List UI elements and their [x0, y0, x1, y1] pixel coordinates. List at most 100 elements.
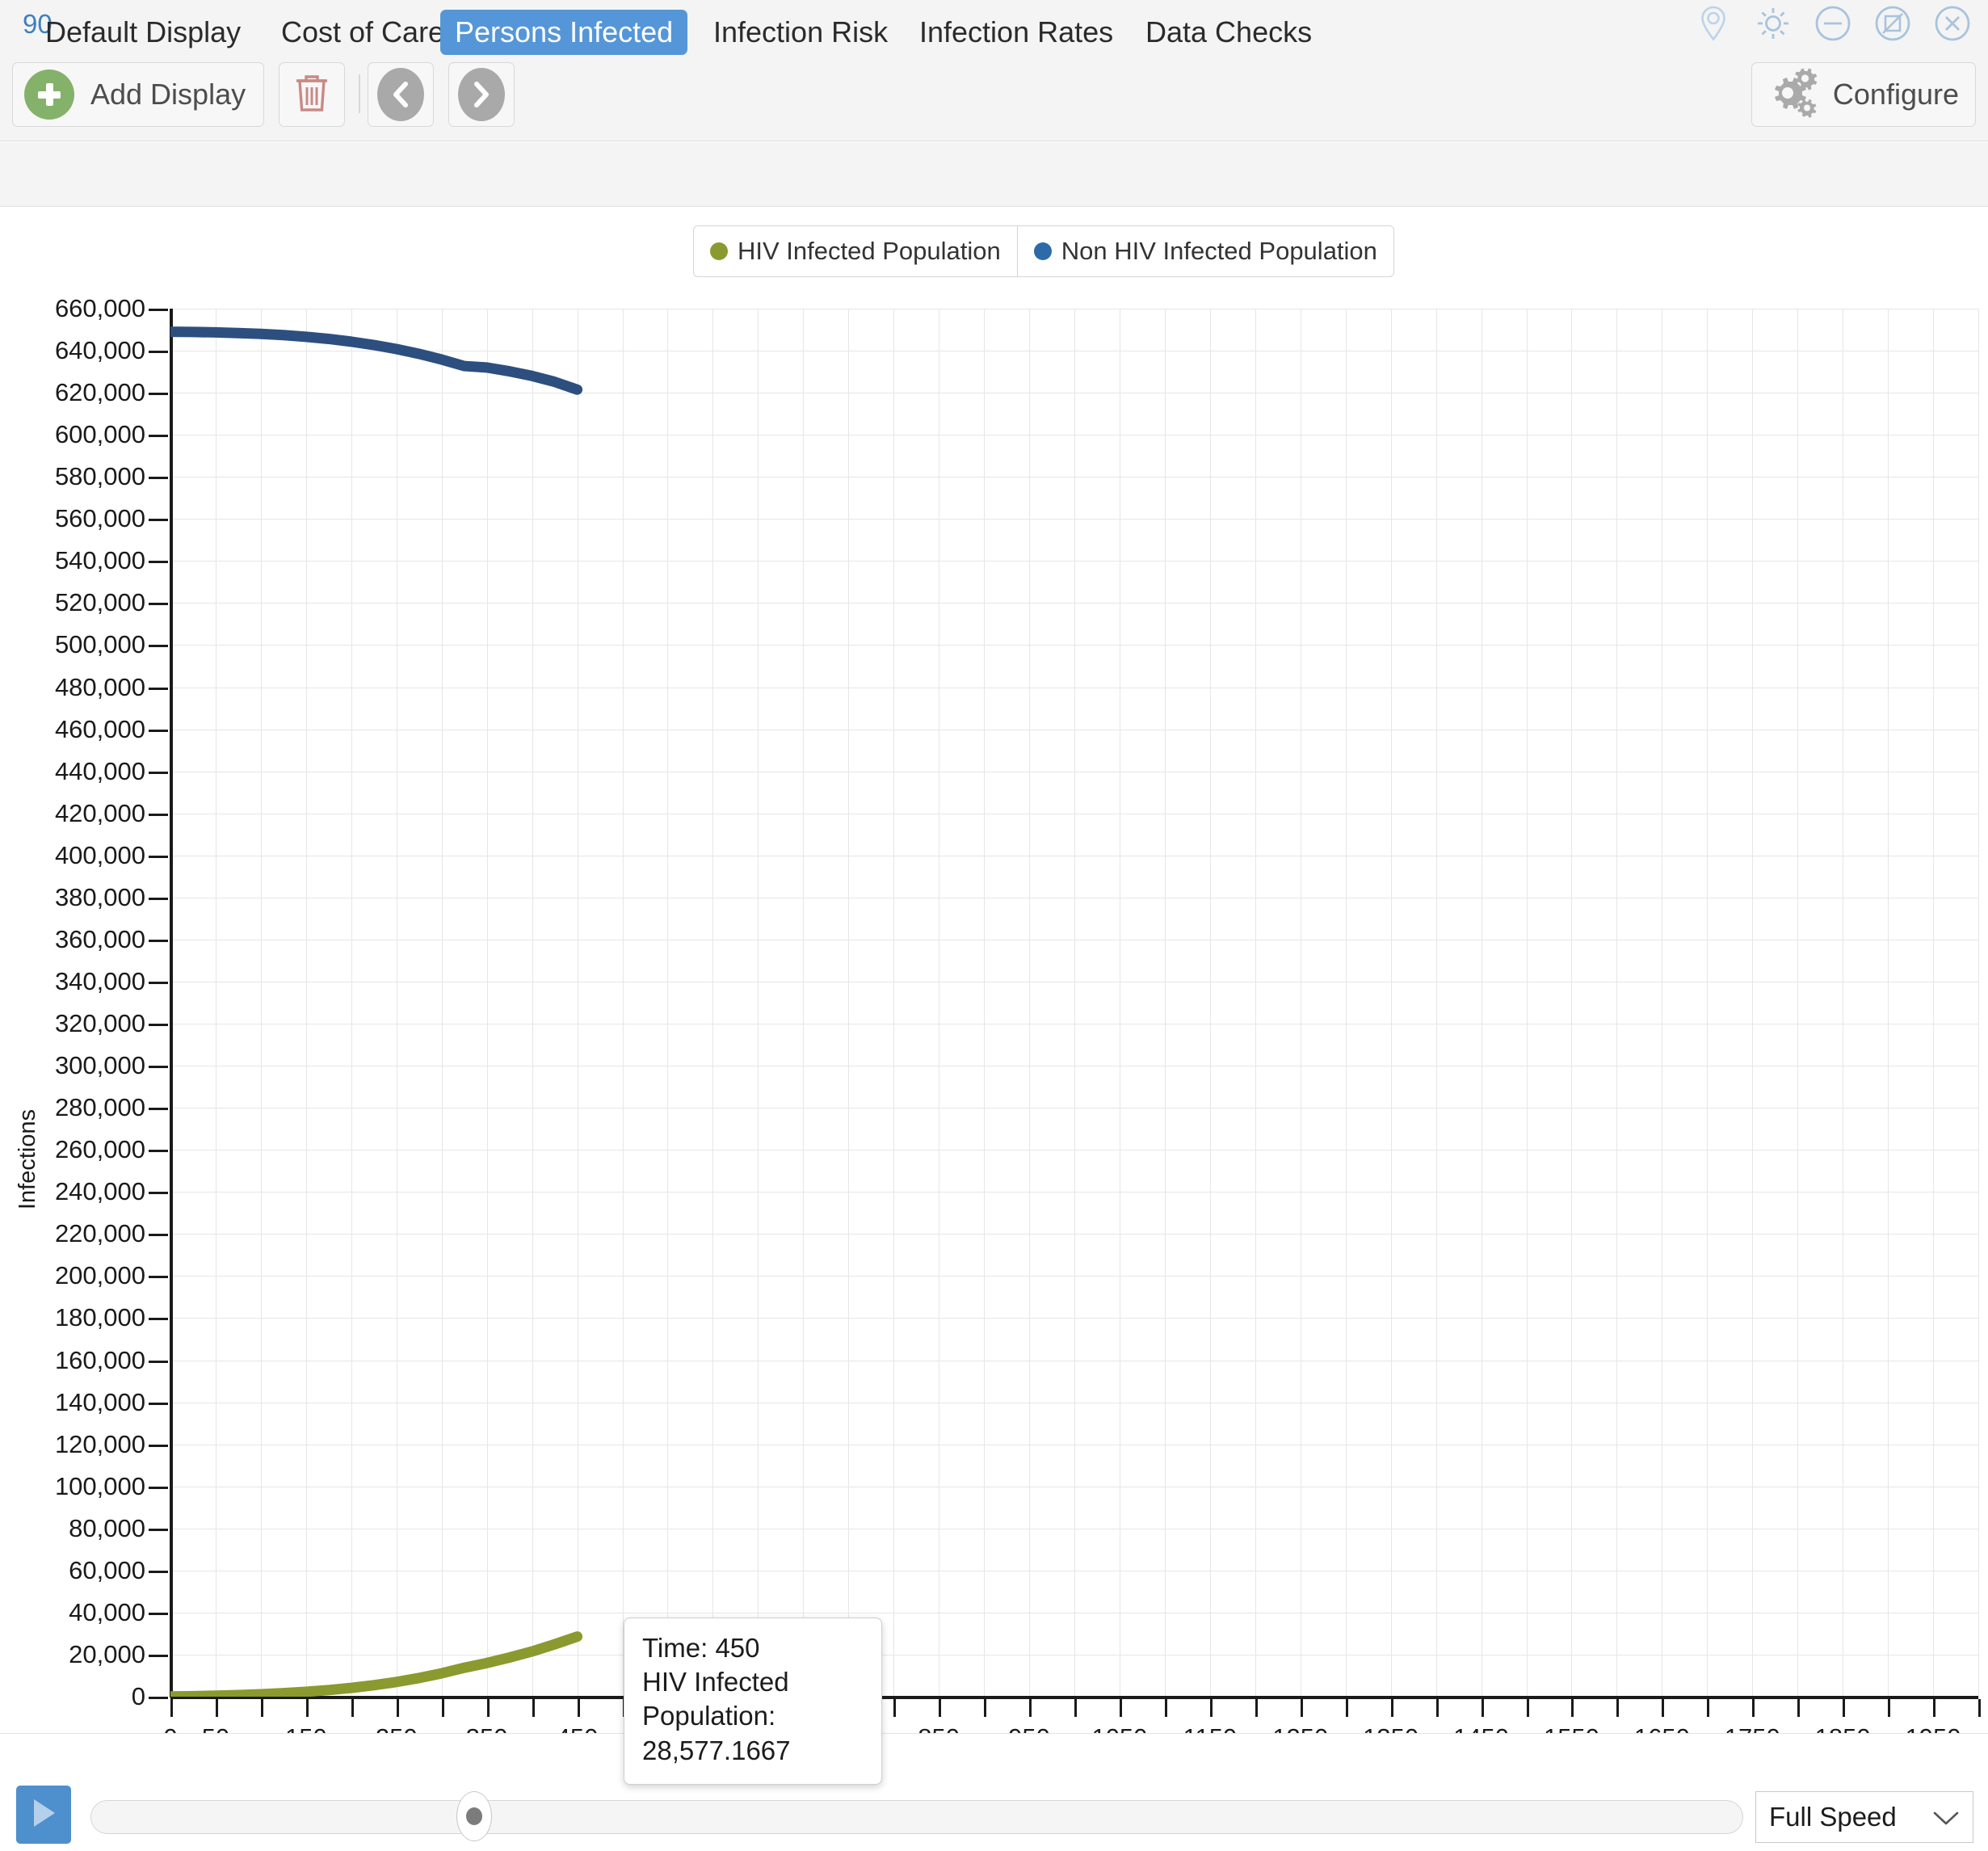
chevron-left-icon [377, 68, 424, 121]
y-axis-tick-label: 620,000 [54, 378, 145, 407]
legend-label-non-hiv: Non HIV Infected Population [1061, 237, 1377, 265]
tab-label: Cost of Care [281, 15, 445, 48]
play-icon [29, 1796, 58, 1834]
next-display-button[interactable] [448, 62, 515, 127]
x-axis-tick [441, 1699, 444, 1717]
legend-color-swatch-green [710, 242, 728, 260]
delete-display-button[interactable] [279, 62, 345, 127]
y-axis-tick [149, 1192, 168, 1195]
x-axis-tick [1616, 1699, 1620, 1717]
y-axis-tick [149, 1276, 168, 1279]
y-axis-tick [149, 897, 168, 900]
x-axis-tick [1209, 1699, 1213, 1717]
y-axis-tick [149, 1654, 168, 1657]
x-axis-tick [1933, 1699, 1936, 1717]
y-axis-tick-label: 340,000 [54, 966, 145, 995]
x-axis-tick [1119, 1699, 1122, 1717]
gear-icon[interactable] [1752, 2, 1794, 44]
legend-item-non-hiv-infected-population[interactable]: Non HIV Infected Population [1016, 226, 1393, 276]
y-axis-tick-label-wrap: 540,000 [0, 546, 145, 574]
add-display-label: Add Display [90, 78, 246, 111]
x-axis-tick [1843, 1699, 1846, 1717]
y-axis-tick-label: 280,000 [54, 1093, 145, 1122]
legend-label-hiv: HIV Infected Population [738, 237, 1001, 265]
y-axis-tick [149, 435, 168, 438]
x-axis-tick [260, 1699, 263, 1717]
y-axis-tick-label: 20,000 [69, 1639, 145, 1668]
series-line-hiv-infected [170, 1631, 583, 1697]
y-axis-tick [149, 1444, 168, 1447]
y-axis-tick-label: 80,000 [69, 1513, 145, 1542]
tab-persons-infected[interactable]: Persons Infected [440, 10, 688, 55]
y-axis-tick-label: 360,000 [54, 924, 145, 953]
y-axis-tick [149, 1066, 168, 1069]
y-axis-tick-label: 120,000 [54, 1429, 145, 1458]
tooltip-series-line2: Population: [642, 1701, 776, 1731]
y-axis-tick [149, 1402, 168, 1405]
chart-legend: HIV Infected Population Non HIV Infected… [693, 225, 1394, 277]
y-axis-tick [149, 729, 168, 732]
chevron-down-icon [1932, 1802, 1960, 1832]
y-axis-tick-label: 220,000 [54, 1219, 145, 1248]
y-axis-tick-label: 500,000 [54, 630, 145, 659]
y-axis-tick-label: 320,000 [54, 1009, 145, 1038]
y-axis-tick-label: 440,000 [54, 756, 145, 785]
configure-button[interactable]: Configure [1751, 62, 1976, 127]
y-axis-tick-label: 480,000 [54, 672, 145, 701]
y-axis-tick [149, 771, 168, 774]
speed-select[interactable]: Full Speed [1755, 1791, 1973, 1843]
x-axis-tick [1662, 1699, 1665, 1717]
y-axis-tick [149, 645, 168, 648]
y-axis-tick-label: 580,000 [54, 462, 145, 491]
y-axis-tick-label: 0 [131, 1682, 145, 1710]
y-axis-tick-label: 240,000 [54, 1177, 145, 1206]
x-axis-tick [1752, 1699, 1755, 1717]
x-axis-tick [215, 1699, 218, 1717]
chevron-right-icon [458, 68, 505, 121]
time-slider-thumb[interactable] [456, 1791, 492, 1841]
x-axis-tick [532, 1699, 535, 1717]
y-axis-tick [149, 1697, 168, 1699]
y-axis-tick-label-wrap: 220,000 [0, 1219, 145, 1247]
x-axis-tick [1978, 1699, 1981, 1717]
y-axis-tick-label-wrap: 500,000 [0, 630, 145, 658]
y-axis-tick-label: 600,000 [54, 420, 145, 449]
legend-item-hiv-infected-population[interactable]: HIV Infected Population [694, 226, 1017, 276]
y-axis-tick-label: 460,000 [54, 714, 145, 743]
y-axis-tick [149, 1024, 168, 1027]
y-axis-tick-label: 40,000 [69, 1597, 145, 1626]
x-axis-tick [984, 1699, 987, 1717]
location-pin-icon[interactable] [1692, 2, 1734, 44]
y-axis-tick [149, 1318, 168, 1321]
x-axis-tick [893, 1699, 897, 1717]
x-axis-tick [1164, 1699, 1167, 1717]
y-axis-tick-label: 180,000 [54, 1303, 145, 1332]
previous-display-button[interactable] [368, 62, 434, 127]
y-axis-tick [149, 855, 168, 858]
y-axis-tick-label: 160,000 [54, 1345, 145, 1374]
y-axis-tick [149, 477, 168, 480]
y-axis-tick [149, 519, 168, 522]
x-axis-tick [1390, 1699, 1393, 1717]
y-axis-tick-label-wrap: 560,000 [0, 504, 145, 532]
play-button[interactable] [16, 1786, 71, 1844]
y-axis-tick [149, 309, 168, 311]
slider-thumb-dot [466, 1807, 482, 1825]
y-axis-tick-label: 660,000 [54, 294, 145, 322]
add-display-button[interactable]: Add Display [12, 62, 265, 127]
tab-cost-of-care[interactable]: Cost of Care [267, 10, 459, 55]
restore-icon[interactable] [1872, 2, 1914, 44]
time-slider-track[interactable] [90, 1800, 1743, 1834]
plus-icon [24, 69, 74, 120]
y-axis-tick-label: 400,000 [54, 840, 145, 869]
x-axis-tick [1888, 1699, 1891, 1717]
minimize-icon[interactable] [1812, 2, 1854, 44]
tab-data-checks[interactable]: Data Checks [1131, 10, 1326, 55]
tab-infection-rates[interactable]: Infection Rates [905, 10, 1128, 55]
legend-color-swatch-blue [1033, 242, 1052, 260]
close-icon[interactable] [1931, 2, 1973, 44]
chart-panel: HIV Infected Population Non HIV Infected… [0, 208, 1988, 1803]
tab-infection-risk[interactable]: Infection Risk [699, 10, 902, 55]
tab-default-display[interactable]: Default Display [31, 10, 255, 55]
x-axis-tick [486, 1699, 490, 1717]
